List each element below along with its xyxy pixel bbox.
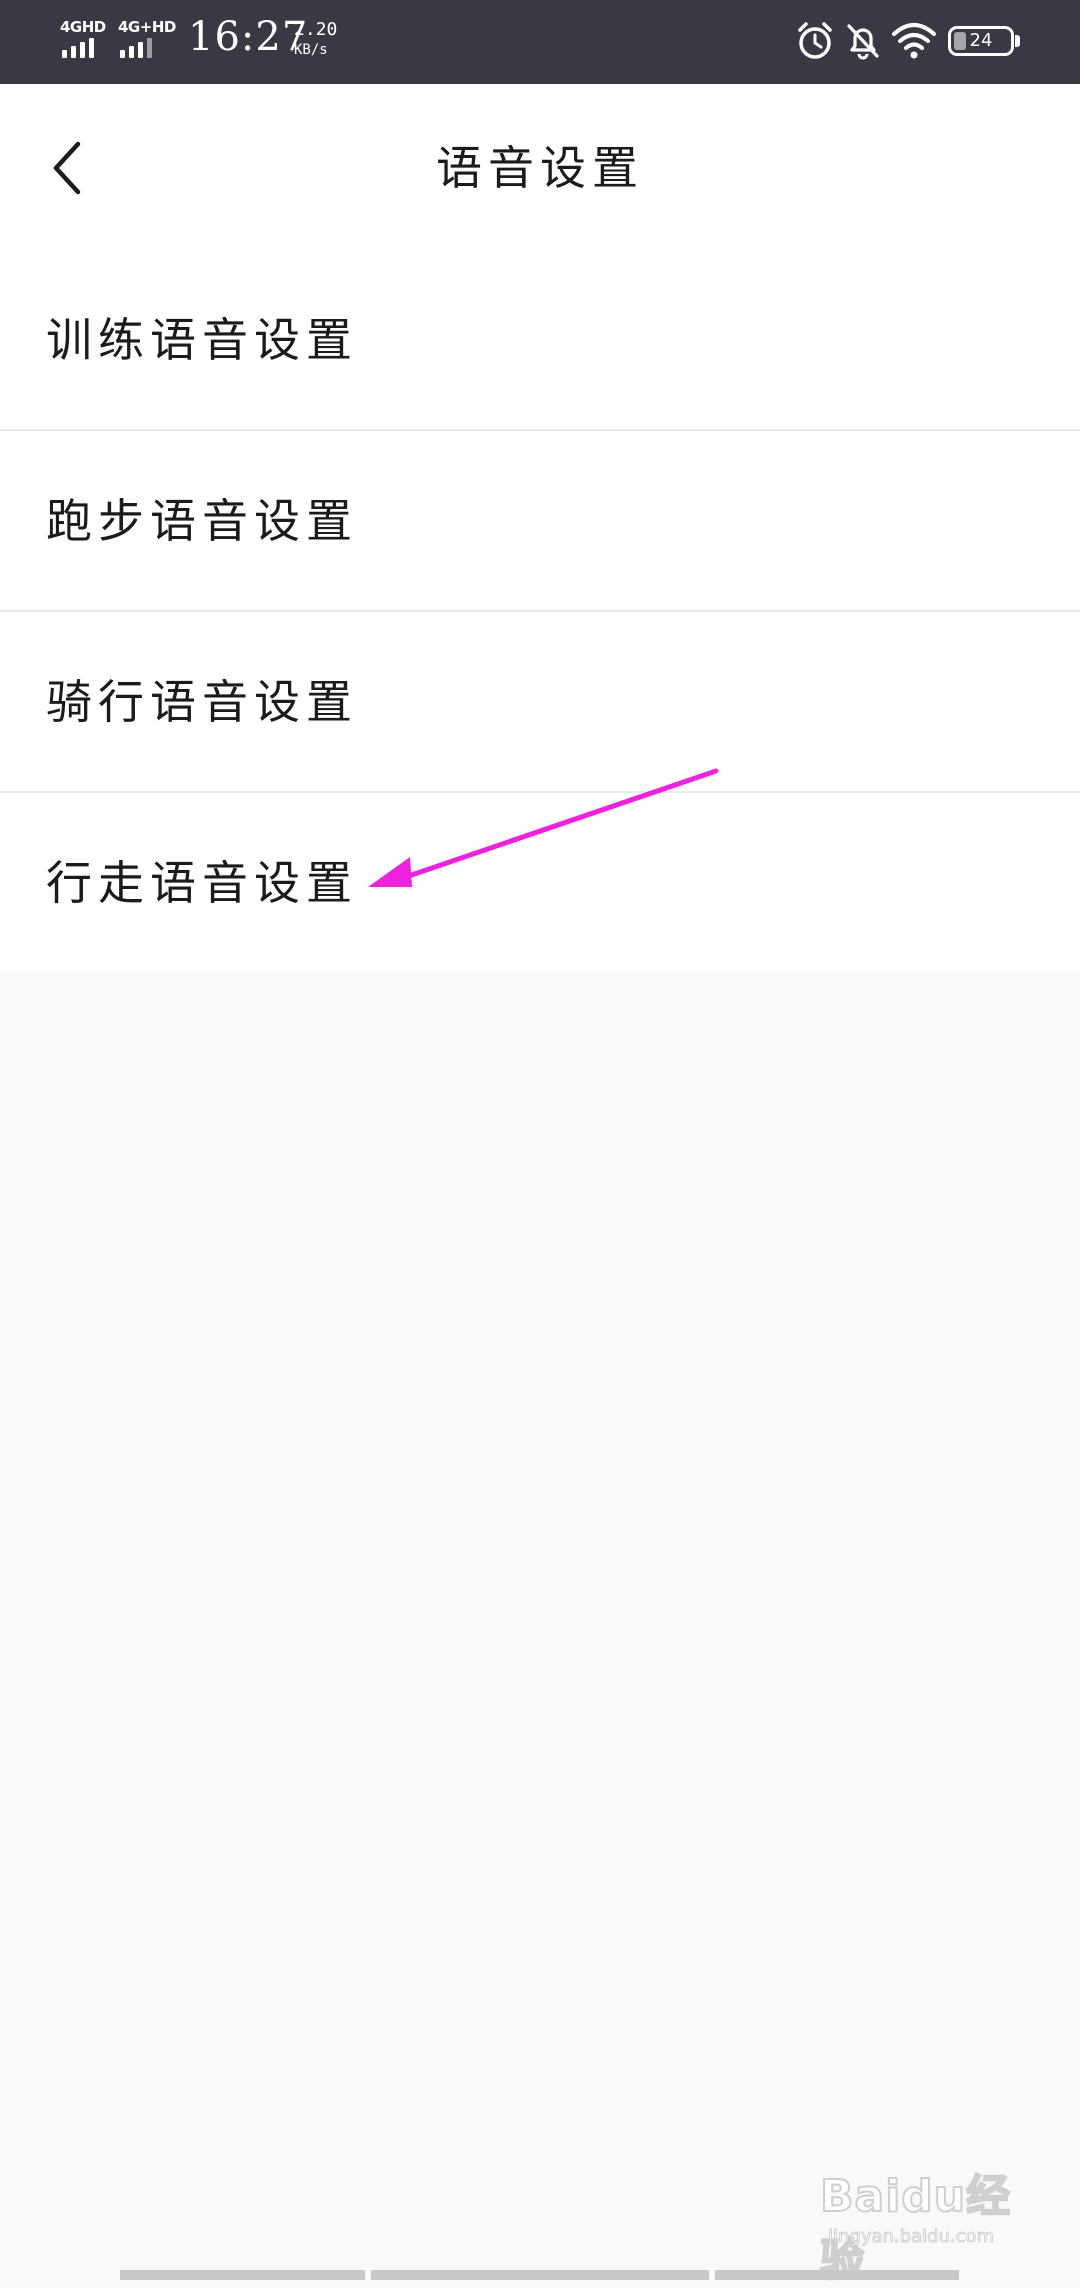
alarm-icon bbox=[794, 20, 836, 62]
cellular-signal-1-icon: 4GHD bbox=[60, 18, 114, 62]
battery-level: 24 bbox=[969, 30, 993, 51]
list-item-running-voice[interactable]: 跑步语音设置 bbox=[0, 431, 1080, 612]
header: 语音设置 bbox=[0, 84, 1080, 250]
network-speed-unit: KB/s bbox=[294, 42, 328, 58]
watermark-sub: jingyan.baidu.com bbox=[828, 2226, 995, 2248]
list-item-cycling-voice[interactable]: 骑行语音设置 bbox=[0, 612, 1080, 793]
list-item-label: 训练语音设置 bbox=[46, 313, 358, 367]
list-item-training-voice[interactable]: 训练语音设置 bbox=[0, 250, 1080, 431]
clock-time: 16:27 bbox=[188, 14, 309, 60]
list-item-label: 行走语音设置 bbox=[46, 856, 358, 910]
network-type-2: 4G+HD bbox=[118, 18, 176, 36]
watermark: Baidu经验 jingyan.baidu.com bbox=[819, 2160, 1040, 2287]
bell-muted-icon bbox=[842, 20, 884, 62]
list-item-walking-voice[interactable]: 行走语音设置 bbox=[0, 793, 1080, 972]
status-bar: 4GHD 4G+HD 16:27 2.20 KB/s 24 bbox=[0, 0, 1080, 84]
wifi-icon bbox=[890, 20, 938, 62]
cellular-signal-2-icon: 4G+HD bbox=[118, 18, 176, 62]
nav-indicator bbox=[0, 2270, 1080, 2280]
battery-icon: 24 bbox=[948, 26, 1020, 56]
network-speed: 2.20 KB/s bbox=[294, 20, 354, 60]
network-type-1: 4GHD bbox=[60, 18, 106, 36]
list-item-label: 跑步语音设置 bbox=[46, 494, 358, 548]
page-title: 语音设置 bbox=[436, 141, 644, 195]
watermark-text: Baidu经验 bbox=[819, 2170, 1012, 2287]
list-item-label: 骑行语音设置 bbox=[46, 675, 358, 729]
settings-list: 训练语音设置 跑步语音设置 骑行语音设置 行走语音设置 bbox=[0, 250, 1080, 972]
network-speed-value: 2.20 bbox=[294, 19, 338, 40]
